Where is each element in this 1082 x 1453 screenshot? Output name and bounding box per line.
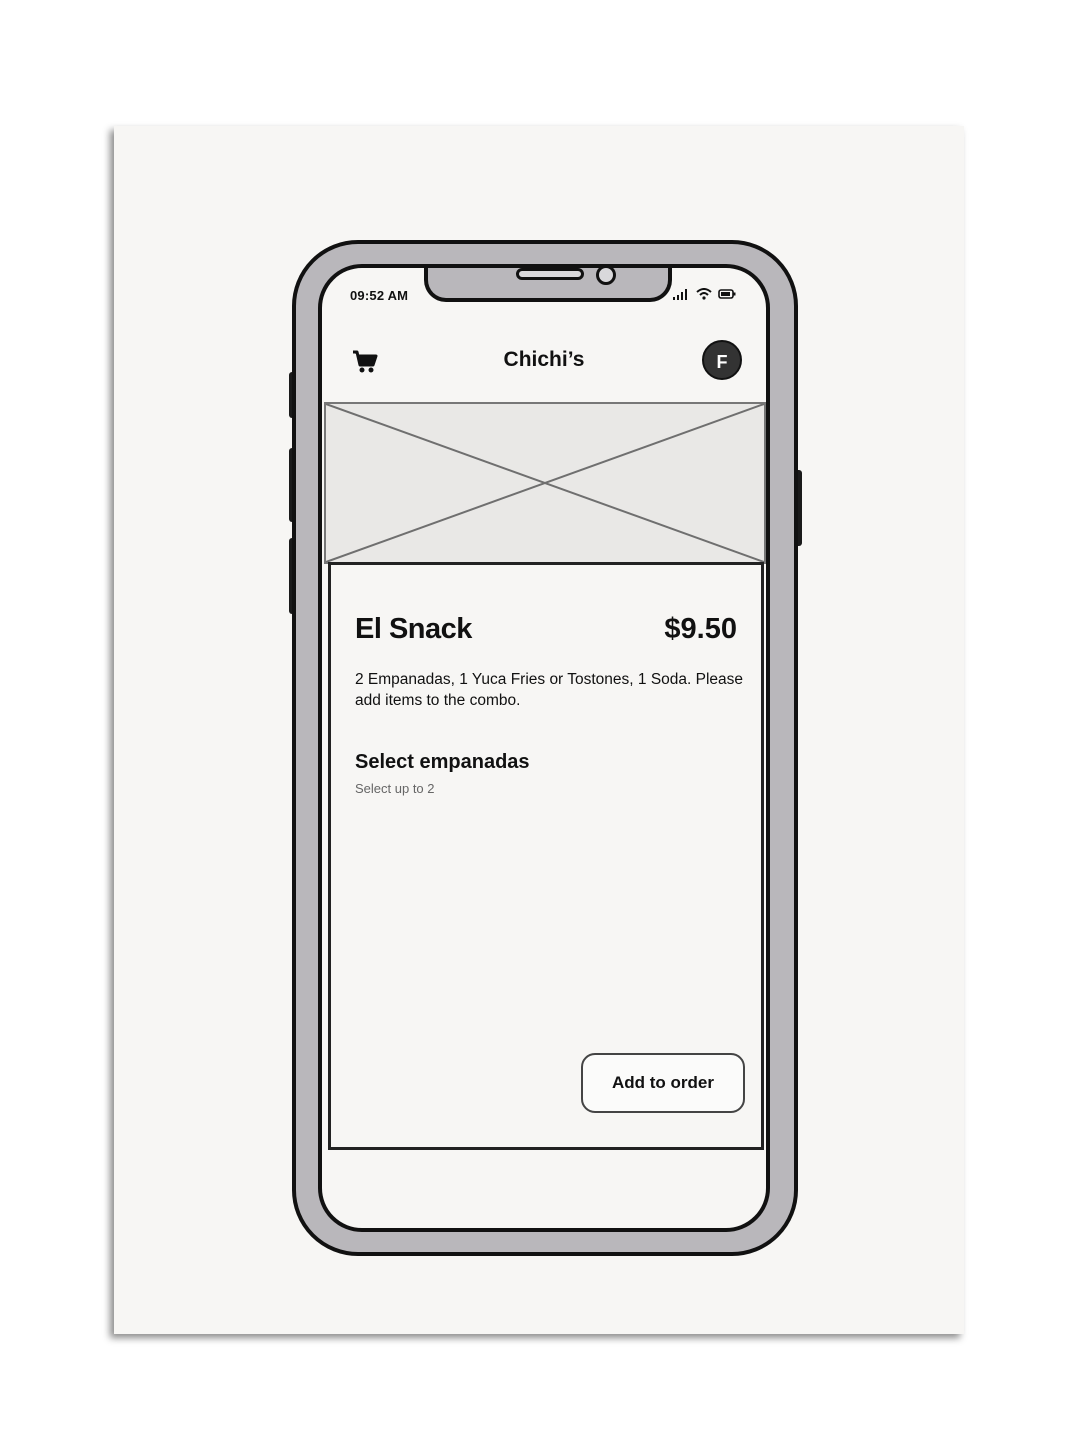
status-time: 09:52 AM bbox=[350, 288, 409, 303]
item-detail-panel: El Snack $9.50 2 Empanadas, 1 Yuca Fries… bbox=[328, 562, 764, 1150]
item-price: $9.50 bbox=[664, 613, 737, 645]
avatar[interactable]: F bbox=[702, 340, 742, 380]
selection-subtitle: Select up to 2 bbox=[355, 781, 435, 796]
signal-icon bbox=[673, 289, 687, 300]
phone-notch bbox=[424, 268, 672, 302]
image-placeholder bbox=[324, 402, 766, 564]
placeholder-cross-icon bbox=[326, 404, 764, 562]
item-description: 2 Empanadas, 1 Yuca Fries or Tostones, 1… bbox=[355, 671, 744, 709]
speaker-grille bbox=[516, 268, 584, 280]
selection-title: Select empanadas bbox=[355, 751, 530, 773]
battery-icon bbox=[718, 289, 736, 299]
wifi-icon bbox=[696, 288, 712, 300]
app-title: Chichi’s bbox=[503, 348, 585, 371]
status-icons bbox=[672, 288, 736, 300]
phone-screen: 09:52 AM Chichi’s F El Snack $9.50 2 Emp… bbox=[318, 264, 770, 1232]
add-to-order-button[interactable]: Add to order bbox=[581, 1053, 745, 1113]
front-camera bbox=[596, 268, 616, 285]
app-header: Chichi’s F bbox=[322, 328, 766, 398]
item-name: El Snack bbox=[355, 613, 472, 645]
